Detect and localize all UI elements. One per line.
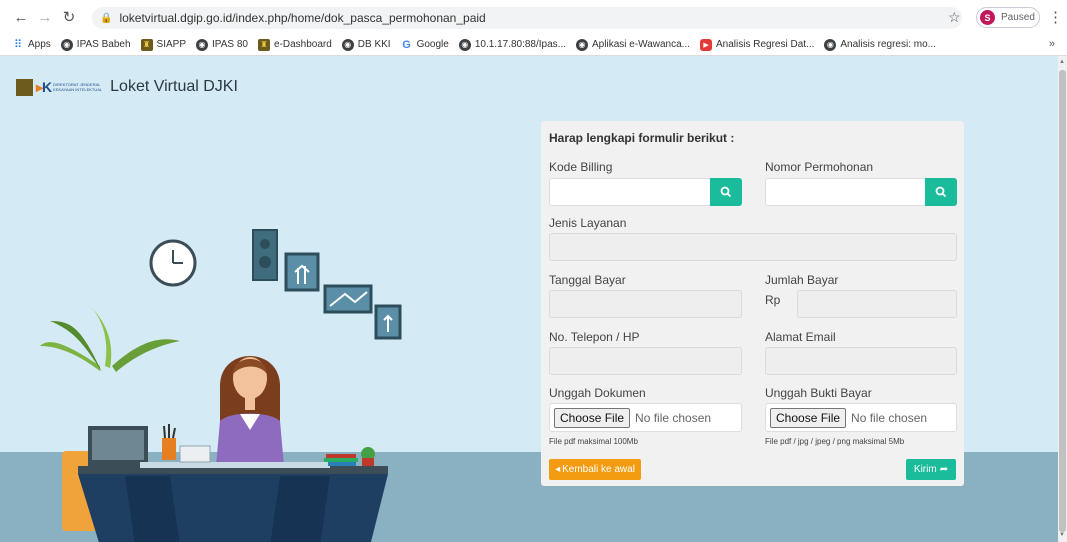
back-arrow-icon[interactable]: ← — [10, 6, 32, 28]
no-file-text: No file chosen — [851, 410, 928, 425]
form-card: Harap lengkapi formulir berikut : Kode B… — [541, 121, 964, 486]
djki-logo-icon: ▸K — [36, 78, 52, 95]
currency-prefix: Rp — [765, 293, 781, 307]
bookmark-google[interactable]: G Google — [401, 39, 449, 51]
bukti-hint: File pdf / jpg / jpeg / png maksimal 5Mb — [765, 437, 905, 446]
nomor-permohonan-search-button[interactable] — [925, 178, 957, 206]
share-arrow-icon: ➦ — [939, 464, 949, 475]
unggah-dokumen-file-input[interactable]: Choose File No file chosen — [549, 403, 742, 432]
kode-billing-label: Kode Billing — [549, 160, 613, 174]
profile-button[interactable]: S Paused — [976, 7, 1040, 28]
forward-arrow-icon[interactable]: → — [34, 6, 56, 28]
email-input[interactable] — [765, 347, 957, 375]
wall-speaker — [252, 229, 278, 281]
receptionist-figure — [216, 356, 284, 466]
book-stack — [326, 454, 356, 458]
globe-icon: ◉ — [824, 38, 837, 51]
more-bookmarks-icon[interactable]: » — [1049, 38, 1055, 50]
chevron-left-icon: ◂ — [555, 464, 561, 475]
jenis-layanan-label: Jenis Layanan — [549, 216, 627, 230]
clock-icon — [149, 239, 197, 287]
back-to-start-button[interactable]: ◂ Kembali ke awal — [549, 459, 641, 480]
bookmark-db-kki[interactable]: ◉ DB KKI — [341, 38, 391, 51]
bookmark-ipas-80[interactable]: ◉ IPAS 80 — [196, 38, 248, 51]
url-text: loketvirtual.dgip.go.id/index.php/home/d… — [119, 11, 486, 25]
nomor-permohonan-label: Nomor Permohonan — [765, 160, 874, 174]
no-file-text: No file chosen — [635, 410, 712, 425]
wall-picture-landscape — [323, 284, 373, 314]
kode-billing-input[interactable] — [549, 178, 711, 206]
bookmark-ipas-babeh[interactable]: ◉ IPAS Babeh — [60, 38, 131, 51]
djki-logo-icon: ♜ — [257, 38, 270, 51]
globe-icon: ◉ — [458, 38, 471, 51]
office-illustration — [40, 229, 402, 542]
profile-status: Paused — [1001, 12, 1035, 23]
address-bar[interactable]: 🔒 loketvirtual.dgip.go.id/index.php/home… — [92, 7, 962, 29]
bookmark-analisis-regresi-dat[interactable]: ▶ Analisis Regresi Dat... — [700, 38, 814, 51]
vertical-scrollbar[interactable]: ▲ ▼ — [1058, 56, 1067, 542]
unggah-bukti-file-input[interactable]: Choose File No file chosen — [765, 403, 957, 432]
wall-picture-plant — [374, 304, 402, 340]
google-icon: G — [402, 38, 411, 51]
desk-phone — [179, 445, 211, 463]
globe-icon: ◉ — [196, 38, 209, 51]
kode-billing-search-button[interactable] — [710, 178, 742, 206]
wall-picture-tree — [284, 252, 320, 292]
bookmarks-bar: ⠿ Apps ◉ IPAS Babeh ♜ SIAPP ◉ IPAS 80 ♜ e-Das… — [0, 34, 1067, 56]
reload-icon[interactable]: ↻ — [58, 6, 80, 28]
unggah-bukti-label: Unggah Bukti Bayar — [765, 386, 872, 400]
youtube-icon: ▶ — [700, 38, 713, 51]
dokumen-hint: File pdf maksimal 100Mb — [549, 437, 638, 446]
globe-icon: ◉ — [576, 38, 589, 51]
tanggal-bayar-label: Tanggal Bayar — [549, 273, 626, 287]
page-viewport: ▸K DIREKTORAT JENDERAL KEKAYAAN INTELEKT… — [0, 56, 1058, 542]
browser-toolbar: ← → ↻ 🔒 loketvirtual.dgip.go.id/index.ph… — [0, 0, 1067, 34]
choose-file-button[interactable]: Choose File — [770, 407, 847, 428]
djki-logo-icon: ♜ — [140, 38, 153, 51]
globe-icon: ◉ — [60, 38, 73, 51]
nomor-permohonan-input[interactable] — [765, 178, 926, 206]
bookmark-ipas-ip[interactable]: ◉ 10.1.17.80:88/Ipas... — [458, 38, 566, 51]
bookmark-siapp[interactable]: ♜ SIAPP — [140, 38, 186, 51]
bookmark-analisis-regresi-mo[interactable]: ◉ Analisis regresi: mo... — [824, 38, 936, 51]
unggah-dokumen-label: Unggah Dokumen — [549, 386, 646, 400]
scrollbar-thumb[interactable] — [1059, 70, 1066, 532]
search-icon — [935, 186, 947, 198]
back-button-label: Kembali ke awal — [562, 464, 635, 475]
telepon-input[interactable] — [549, 347, 742, 375]
submit-button[interactable]: Kirim ➦ — [906, 459, 956, 480]
bookmark-e-wawancara[interactable]: ◉ Aplikasi e-Wawanca... — [576, 38, 690, 51]
email-label: Alamat Email — [765, 330, 836, 344]
avatar: S — [980, 10, 995, 25]
bookmark-star-icon[interactable]: ☆ — [948, 9, 961, 26]
globe-icon: ◉ — [341, 38, 354, 51]
bookmark-e-dashboard[interactable]: ♜ e-Dashboard — [257, 38, 332, 51]
site-header[interactable]: ▸K DIREKTORAT JENDERAL KEKAYAAN INTELEKT… — [16, 78, 238, 96]
bookmark-apps[interactable]: ⠿ Apps — [12, 39, 51, 51]
apps-grid-icon: ⠿ — [13, 39, 23, 51]
garuda-logo-icon — [16, 78, 33, 96]
telepon-label: No. Telepon / HP — [549, 330, 640, 344]
brand-small-text: DIREKTORAT JENDERAL KEKAYAAN INTELEKTUAL — [53, 82, 103, 92]
form-heading: Harap lengkapi formulir berikut : — [549, 131, 735, 145]
scroll-up-icon[interactable]: ▲ — [1059, 59, 1065, 65]
choose-file-button[interactable]: Choose File — [554, 407, 631, 428]
tanggal-bayar-input[interactable] — [549, 290, 742, 318]
reception-desk — [78, 462, 388, 542]
lock-icon: 🔒 — [100, 12, 113, 24]
scroll-down-icon[interactable]: ▼ — [1059, 532, 1065, 538]
search-icon — [720, 186, 732, 198]
site-title: Loket Virtual DJKI — [110, 78, 238, 95]
jumlah-bayar-input[interactable] — [797, 290, 957, 318]
submit-button-label: Kirim — [913, 464, 937, 475]
pencil-cup — [162, 438, 176, 460]
jumlah-bayar-label: Jumlah Bayar — [765, 273, 839, 287]
kebab-menu-icon[interactable]: ⋮ — [1048, 8, 1063, 26]
jenis-layanan-input[interactable] — [549, 233, 957, 261]
